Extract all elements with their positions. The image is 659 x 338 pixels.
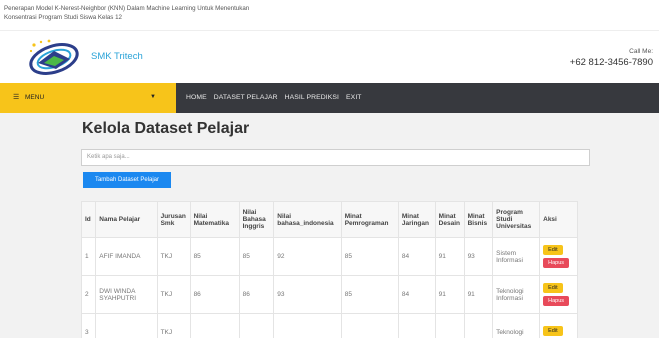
table-row: 3 TKJ Teknologi Edit <box>80 313 578 338</box>
top-header: Penerapan Model K-Nerest-Neighbor (KNN) … <box>0 0 659 30</box>
nav-links: HOME DATASET PELAJAR HASIL PREDIKSI EXIT <box>186 94 362 101</box>
search-input[interactable]: Ketik apa saja... <box>81 149 590 166</box>
cell-nama <box>95 313 158 338</box>
phone-number: +62 812-3456-7890 <box>569 57 653 68</box>
contact-block: Call Me: +62 812-3456-7890 <box>570 48 653 68</box>
edit-button[interactable]: Edit <box>543 245 563 255</box>
cell-indonesia <box>273 313 342 338</box>
nav-link-hasil-prediksi[interactable]: HASIL PREDIKSI <box>285 94 339 101</box>
cell-matematika: 85 <box>189 237 240 276</box>
cell-id: 2 <box>80 275 97 314</box>
chevron-down-icon: ▼ <box>150 94 156 100</box>
cell-pemrograman <box>340 313 399 338</box>
site-title-line2: Konsentrasi Program Studi Siswa Kelas 12 <box>4 14 122 21</box>
col-header-bisnis: Minat Bisnis <box>463 201 494 238</box>
col-header-jurusan: Jurusan Smk <box>156 201 191 238</box>
cell-jaringan <box>397 313 436 338</box>
cell-matematika <box>189 313 240 338</box>
cell-jurusan: TKJ <box>156 237 191 276</box>
edit-button[interactable]: Edit <box>543 283 563 293</box>
edit-button[interactable]: Edit <box>543 326 563 336</box>
col-header-desain: Minat Desain <box>434 201 465 238</box>
cell-prodi: Teknologi Informasi <box>492 275 541 314</box>
col-header-prodi: Program Studi Universitas <box>492 201 541 238</box>
add-dataset-button[interactable]: Tambah Dataset Pelajar <box>83 172 171 188</box>
cell-id: 3 <box>80 313 97 338</box>
brand-bar: SMK Tritech Call Me: +62 812-3456-7890 <box>0 30 659 83</box>
hamburger-icon: ☰ <box>13 94 20 101</box>
cell-nama: AFIF IMANDA <box>95 237 158 276</box>
menu-button[interactable]: ☰ MENU ▼ <box>0 83 176 113</box>
cell-aksi: Edit Hapus <box>539 237 578 276</box>
cell-inggris: 85 <box>238 237 275 276</box>
table-row: 1 AFIF IMANDA TKJ 85 85 92 85 84 91 93 S… <box>80 237 578 276</box>
cell-aksi: Edit Hapus <box>539 275 578 314</box>
cell-bisnis: 93 <box>463 237 494 276</box>
school-logo-icon <box>29 39 79 75</box>
col-header-pemrograman: Minat Pemrograman <box>340 201 399 238</box>
col-header-id: Id <box>80 201 97 238</box>
main-navbar: ☰ MENU ▼ HOME DATASET PELAJAR HASIL PRED… <box>0 83 659 113</box>
col-header-inggris: Nilai Bahasa Inggris <box>238 201 275 238</box>
cell-indonesia: 93 <box>273 275 342 314</box>
dataset-table: Id Nama Pelajar Jurusan Smk Nilai Matema… <box>80 201 578 338</box>
cell-bisnis: 91 <box>463 275 494 314</box>
delete-button[interactable]: Hapus <box>543 296 570 306</box>
col-header-indonesia: Nilai bahasa_indonesia <box>273 201 342 238</box>
table-row: 2 DWI WINDA SYAHPUTRI TKJ 86 86 93 85 84… <box>80 275 578 314</box>
cell-jaringan: 84 <box>397 275 436 314</box>
cell-desain: 91 <box>434 275 465 314</box>
site-title-line1: Penerapan Model K-Nerest-Neighbor (KNN) … <box>4 5 250 12</box>
cell-pemrograman: 85 <box>340 275 399 314</box>
nav-link-dataset-pelajar[interactable]: DATASET PELAJAR <box>214 94 278 101</box>
cell-id: 1 <box>80 237 97 276</box>
cell-jurusan: TKJ <box>156 275 191 314</box>
brand-name: SMK Tritech <box>91 51 143 62</box>
cell-desain: 91 <box>434 237 465 276</box>
cell-desain <box>434 313 465 338</box>
col-header-matematika: Nilai Matematika <box>189 201 240 238</box>
main-content: Kelola Dataset Pelajar Ketik apa saja...… <box>80 120 591 338</box>
cell-prodi: Teknologi <box>492 313 541 338</box>
cell-nama: DWI WINDA SYAHPUTRI <box>95 275 158 314</box>
menu-label: MENU <box>25 94 45 101</box>
cell-jaringan: 84 <box>397 237 436 276</box>
col-header-nama: Nama Pelajar <box>95 201 158 238</box>
cell-matematika: 86 <box>189 275 240 314</box>
call-label: Call Me: <box>629 48 653 55</box>
cell-bisnis <box>463 313 494 338</box>
cell-jurusan: TKJ <box>156 313 191 338</box>
cell-inggris: 86 <box>238 275 275 314</box>
nav-link-exit[interactable]: EXIT <box>346 94 362 101</box>
cell-inggris <box>238 313 275 338</box>
page-title: Kelola Dataset Pelajar <box>82 120 250 137</box>
cell-aksi: Edit <box>539 313 578 338</box>
table-header-row: Id Nama Pelajar Jurusan Smk Nilai Matema… <box>80 201 578 238</box>
nav-link-home[interactable]: HOME <box>186 94 207 101</box>
cell-pemrograman: 85 <box>340 237 399 276</box>
col-header-aksi: Aksi <box>539 201 578 238</box>
cell-indonesia: 92 <box>273 237 342 276</box>
cell-prodi: Sistem Informasi <box>492 237 541 276</box>
col-header-jaringan: Minat Jaringan <box>397 201 436 238</box>
delete-button[interactable]: Hapus <box>543 258 570 268</box>
